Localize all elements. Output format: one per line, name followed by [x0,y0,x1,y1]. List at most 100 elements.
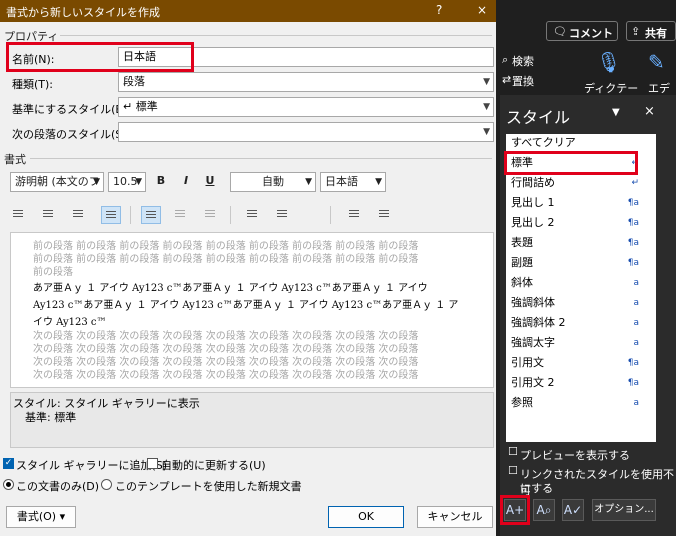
cancel-button[interactable]: キャンセル [417,506,493,528]
align-left-icon[interactable] [9,206,29,224]
help-button[interactable]: ? [436,3,442,17]
italic-button[interactable]: I [176,172,196,192]
style-preview: 前の段落 前の段落 前の段落 前の段落 前の段落 前の段落 前の段落 前の段落 … [10,232,494,388]
align-center-icon[interactable] [39,206,59,224]
ok-button[interactable]: OK [328,506,404,528]
new-style-icon: A+ [505,503,525,517]
close-icon[interactable]: × [644,104,655,119]
line-spacing-single-icon[interactable] [171,206,191,224]
disable-linked-label-2: にする [520,482,554,495]
font-color-select[interactable]: 自動 ▼ [230,172,316,192]
share-button[interactable]: ⇪ 共有 [626,21,676,41]
chevron-down-icon: ▼ [483,127,490,137]
character-style-icon: a [633,278,639,288]
base-style-label: 基準にするスタイル(B): [12,103,131,116]
style-item[interactable]: 行間詰め ↵ [511,174,651,192]
base-style-select[interactable]: ↵ 標準 ▼ [118,97,494,117]
character-style-icon: a [633,338,639,348]
add-to-gallery-label: スタイル ギャラリーに追加(S) [16,459,168,472]
style-item[interactable]: 強調太字 a [511,334,651,352]
pane-options-icon[interactable]: ▼ [612,107,620,118]
comment-button[interactable]: 🗨 コメント [546,21,618,41]
preview-sample-line: あア亜Ａｙ １ アイウ Ay123 c™あア亜Ａｙ １ アイウ Ay123 c™… [33,283,428,294]
line-spacing-icon[interactable] [243,206,263,224]
preview-prev-line: 前の段落 [33,267,73,278]
linked-style-icon: ¶a [627,378,639,388]
next-style-label: 次の段落のスタイル(S): [12,128,131,141]
linked-style-icon: ¶a [627,358,639,368]
style-item-label: 行間詰め [511,176,555,189]
disable-linked-checkbox[interactable]: ☐ [508,464,518,477]
line-spacing-double-icon[interactable] [201,206,221,224]
underline-button[interactable]: U [200,172,220,192]
styles-pane-title: スタイル [506,108,571,127]
align-right-icon[interactable] [69,206,89,224]
auto-update-checkbox[interactable] [147,458,158,469]
paragraph-spacing-icon[interactable] [273,206,293,224]
style-item-label: 強調太字 [511,336,555,349]
styles-list: すべてクリア 標準 ↵ 行間詰め ↵ 見出し 1 ¶a 見出し 2 ¶a 表題 ¶a 副題… [504,134,656,442]
preview-next-line: 次の段落 次の段落 次の段落 次の段落 次の段落 次の段落 次の段落 次の段落 … [33,370,419,381]
style-item[interactable]: 強調斜体 a [511,294,651,312]
manage-styles-button[interactable]: A✓ [562,499,584,521]
style-inspector-button[interactable]: A⌕ [533,499,555,521]
style-item-label: 副題 [511,256,533,269]
font-value: 游明朝 (本文のフ [15,175,100,188]
name-input[interactable]: 日本語 [118,47,494,67]
add-to-gallery-checkbox[interactable]: ✓ [3,458,14,469]
style-item[interactable]: 引用文 ¶a [511,354,651,372]
font-size-select[interactable]: 10.5 ▼ [108,172,146,192]
style-item[interactable]: 斜体 a [511,274,651,292]
increase-indent-icon[interactable] [375,206,395,224]
language-value: 日本語 [325,175,358,188]
format-menu-button[interactable]: 書式(O) ▾ [6,506,76,528]
style-item[interactable]: 副題 ¶a [511,254,651,272]
base-style-value: ↵ 標準 [123,100,158,113]
editor-icon[interactable]: ✎ [648,50,665,74]
style-item[interactable]: 引用文 2 ¶a [511,374,651,392]
create-style-dialog: 書式から新しいスタイルを作成 ? × プロパティ 名前(N): 日本語 種類(T… [0,0,496,536]
replace-button[interactable]: 置換 [512,73,534,89]
justify-icon[interactable] [101,206,121,224]
preview-sample-line: Ay123 c™あア亜Ａｙ １ アイウ Ay123 c™あア亜Ａｙ １ アイウ … [33,300,459,311]
style-item-label: 表題 [511,236,533,249]
microphone-icon[interactable]: 🎙 [596,50,621,74]
search-button[interactable]: 検索 [512,53,534,69]
character-style-icon: a [633,318,639,328]
language-select[interactable]: 日本語 ▼ [320,172,386,192]
close-button[interactable]: × [477,3,487,17]
style-item-normal[interactable]: 標準 ↵ [511,154,651,172]
style-item-label: 見出し 2 [511,216,555,229]
template-documents-radio[interactable] [101,479,112,490]
type-value: 段落 [123,75,145,88]
format-section-title: 書式 [4,153,26,166]
linked-style-icon: ¶a [627,218,639,228]
show-preview-checkbox[interactable]: ☐ [508,445,518,458]
style-clear-all[interactable]: すべてクリア [511,134,651,152]
paragraph-mark-icon: ↵ [631,158,639,168]
chevron-down-icon: ▼ [305,177,312,187]
chevron-down-icon: ▼ [93,177,100,187]
type-select[interactable]: 段落 ▼ [118,72,494,92]
divider [230,206,231,224]
next-style-select[interactable]: ▼ [118,122,494,142]
style-item-label: 参照 [511,396,533,409]
divider [30,158,492,159]
decrease-indent-icon[interactable] [345,206,365,224]
style-item[interactable]: 参照 a [511,394,651,412]
template-documents-label: このテンプレートを使用した新規文書 [115,480,302,493]
properties-section-title: プロパティ [4,30,59,43]
style-item-label: 見出し 1 [511,196,555,209]
style-item-label: すべてクリア [511,136,576,149]
type-label: 種類(T): [12,78,54,91]
style-item[interactable]: 強調斜体 2 a [511,314,651,332]
new-style-button[interactable]: A+ [504,499,526,521]
bold-button[interactable]: B [151,172,171,192]
options-button[interactable]: オプション... [592,499,656,521]
this-document-radio[interactable] [3,479,14,490]
style-item[interactable]: 見出し 1 ¶a [511,194,651,212]
distributed-align-icon[interactable] [141,206,161,224]
font-select[interactable]: 游明朝 (本文のフ ▼ [10,172,104,192]
style-item[interactable]: 表題 ¶a [511,234,651,252]
style-item[interactable]: 見出し 2 ¶a [511,214,651,232]
